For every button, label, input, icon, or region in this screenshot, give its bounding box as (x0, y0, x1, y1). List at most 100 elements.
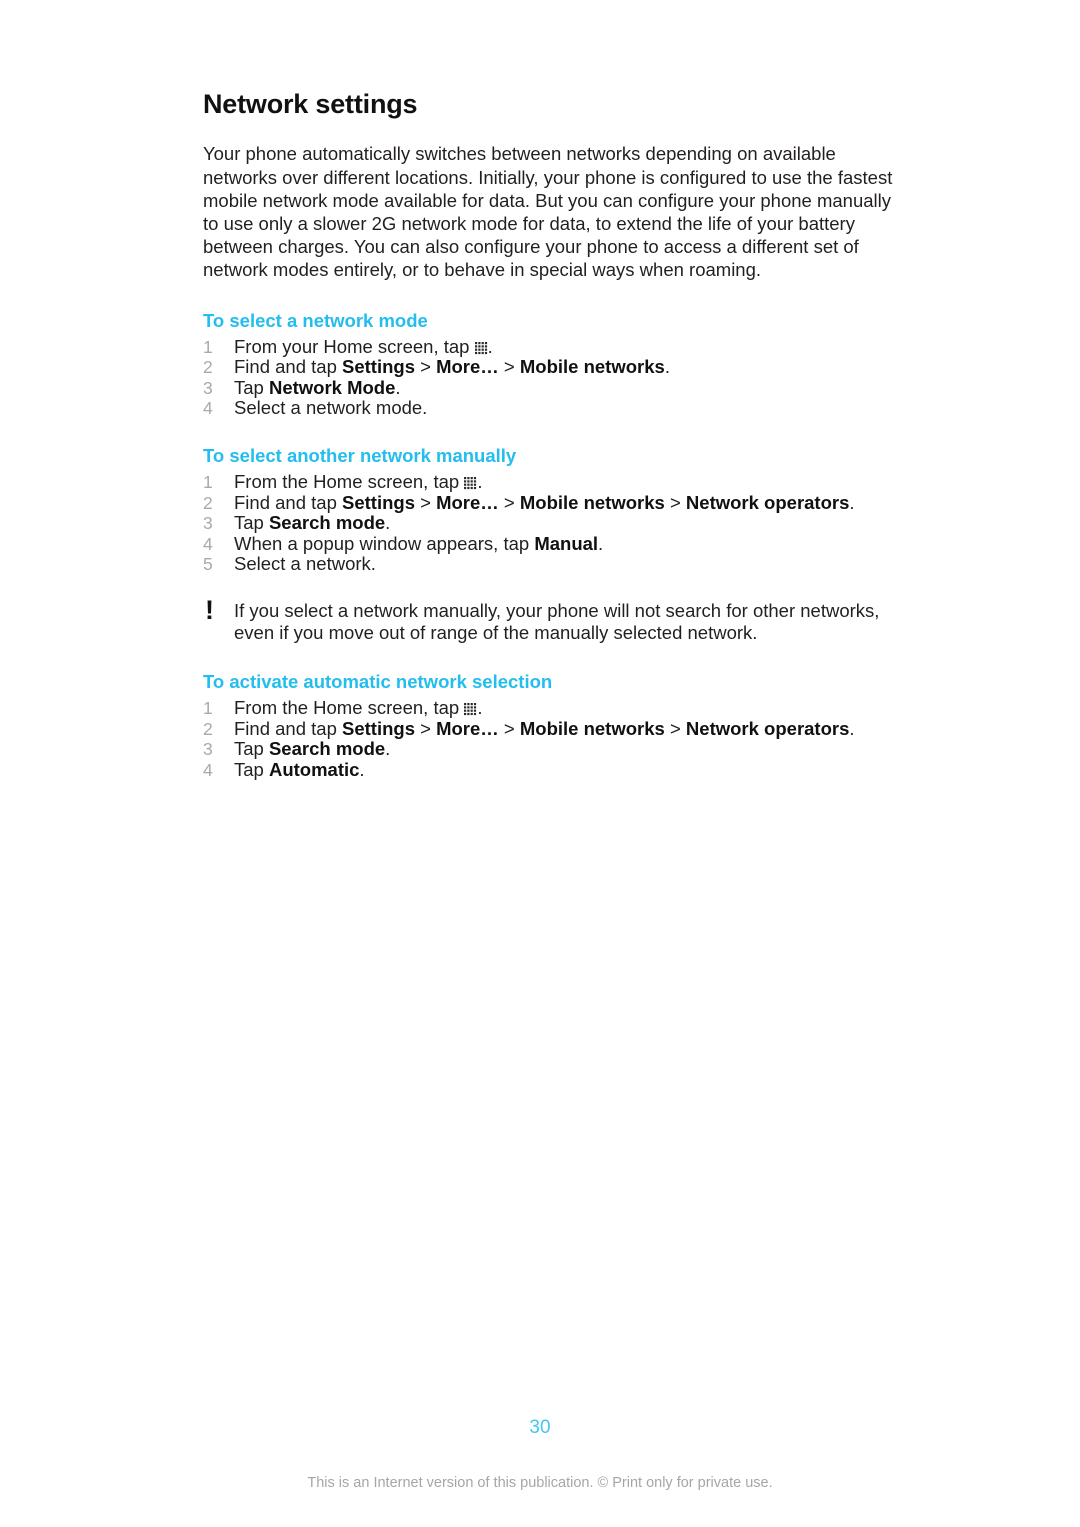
step-instruction: Tap Search mode. (234, 738, 390, 759)
emphasis-text: Settings (342, 356, 415, 378)
step-list: 1 From the Home screen, tap . 2 Find and ta… (203, 696, 903, 781)
step-item: 2 Find and tap Settings > More… > Mobile … (203, 718, 903, 740)
step-text-fragment: . (487, 335, 493, 357)
step-item: 2 Find and tap Settings > More… > Mobile … (203, 356, 903, 378)
step-item: 1 From your Home screen, tap . (203, 336, 903, 358)
footer-notice: This is an Internet version of this publ… (307, 1475, 773, 1491)
emphasis-text: Manual (534, 532, 599, 554)
step-text-fragment: . (359, 758, 365, 780)
emphasis-text: More… (436, 717, 499, 739)
step-item: 4 Select a network mode. (203, 398, 903, 419)
step-text-fragment: Find and tap (234, 491, 342, 513)
procedure-section: To select another network manually 1 From … (203, 445, 903, 645)
step-instruction: Select a network mode. (234, 397, 428, 419)
step-text-fragment: . (477, 696, 483, 718)
step-text-fragment: > (664, 717, 686, 739)
step-text-fragment: Find and tap (234, 356, 342, 378)
step-number: 4 (203, 533, 213, 554)
section-title: To select another network manually (203, 444, 517, 466)
emphasis-text: Mobile networks (519, 356, 665, 378)
step-item: 4 Tap Automatic. (203, 759, 903, 781)
emphasis-text: Mobile networks (519, 717, 665, 739)
step-list: 1 From the Home screen, tap . 2 Find and ta… (203, 471, 903, 575)
note-callout: ! If you select a network manually, your … (203, 594, 924, 645)
emphasis-text: Search mode (268, 738, 386, 760)
step-number: 2 (203, 718, 213, 739)
step-text-fragment: Tap (234, 738, 269, 760)
exclamation-icon: ! (205, 594, 214, 625)
page-content: Network settings Your phone automaticall… (203, 88, 903, 780)
step-text-fragment: > (664, 491, 686, 513)
step-text-fragment: > (498, 717, 520, 739)
step-instruction: Select a network. (234, 553, 376, 575)
step-instruction: When a popup window appears, tap Manual. (234, 533, 603, 554)
emphasis-text: Network operators (685, 717, 850, 739)
step-item: 3 Tap Network Mode. (203, 377, 903, 399)
step-text-fragment: > (414, 491, 437, 513)
step-item: 2 Find and tap Settings > More… > Mobile … (203, 492, 903, 514)
step-text-fragment: Select a network. (234, 553, 376, 575)
step-number: 3 (203, 739, 213, 760)
step-text-fragment: Select a network mode. (234, 397, 428, 419)
page-title: Network settings (203, 89, 418, 119)
step-number: 4 (203, 398, 213, 419)
emphasis-text: Network Mode (268, 376, 396, 398)
step-instruction: Tap Network Mode. (234, 377, 401, 398)
page-number: 30 (529, 1417, 551, 1438)
step-number: 3 (203, 377, 213, 398)
procedure-section: To activate automatic network selection 1… (203, 671, 903, 780)
step-number: 1 (203, 697, 213, 718)
step-item: 1 From the Home screen, tap . (203, 696, 903, 719)
step-number: 2 (203, 357, 213, 378)
step-number: 1 (203, 336, 213, 357)
step-text-fragment: From the Home screen, tap (234, 696, 465, 718)
step-item: 1 From the Home screen, tap . (203, 471, 903, 493)
emphasis-text: More… (436, 356, 499, 378)
page-footer: 30 This is an Internet version of this p… (0, 1416, 1080, 1492)
section-title: To activate automatic network selection (203, 670, 553, 692)
step-number: 3 (203, 513, 213, 534)
emphasis-text: Network operators (685, 491, 850, 513)
step-instruction: Tap Automatic. (234, 759, 365, 780)
step-text-fragment: Tap (234, 376, 269, 398)
step-text-fragment: > (498, 491, 520, 513)
step-item: 5 Select a network. (203, 554, 903, 575)
step-text-fragment: Tap (234, 512, 269, 534)
step-text-fragment: Find and tap (234, 717, 342, 739)
step-text-fragment: Tap (234, 758, 269, 780)
step-text-fragment: . (477, 470, 483, 492)
step-number: 2 (203, 492, 213, 513)
intro-paragraph: Your phone automatically switches betwee… (203, 143, 893, 281)
step-instruction: Tap Search mode. (234, 512, 390, 533)
app-grid-icon (464, 702, 477, 716)
step-text-fragment: > (414, 717, 437, 739)
step-text-fragment: . (385, 512, 391, 534)
step-text-fragment: . (598, 532, 604, 554)
step-number: 5 (203, 554, 213, 575)
step-list: 1 From your Home screen, tap . 2 Find and t… (203, 336, 903, 419)
document-page: Network settings Your phone automaticall… (0, 0, 1080, 1527)
step-item: 3 Tap Search mode. (203, 512, 903, 534)
step-text-fragment: > (414, 356, 437, 378)
step-item: 4 When a popup window appears, tap Manual… (203, 533, 903, 555)
step-text-fragment: From the Home screen, tap (234, 470, 465, 492)
app-grid-icon (474, 341, 488, 355)
emphasis-text: Automatic (268, 758, 360, 780)
step-text-fragment: . (849, 717, 855, 739)
step-instruction: From your Home screen, tap . (234, 336, 493, 357)
step-item: 3 Tap Search mode. (203, 738, 903, 760)
step-text-fragment: . (664, 356, 670, 378)
step-instruction: Find and tap Settings > More… > Mobile n… (234, 718, 855, 739)
emphasis-text: Mobile networks (519, 491, 665, 513)
procedure-sections: To select a network mode 1 From your Home … (203, 310, 903, 781)
step-text-fragment: > (498, 356, 520, 378)
emphasis-text: Settings (342, 717, 415, 739)
step-text-fragment: . (849, 491, 855, 513)
note-text: If you select a network manually, your p… (234, 599, 880, 644)
step-instruction: Find and tap Settings > More… > Mobile n… (234, 492, 855, 513)
step-text-fragment: . (395, 376, 401, 398)
section-title: To select a network mode (203, 309, 428, 331)
step-instruction: From the Home screen, tap . (234, 471, 482, 492)
emphasis-text: More… (436, 491, 499, 513)
step-instruction: Find and tap Settings > More… > Mobile n… (234, 356, 670, 377)
